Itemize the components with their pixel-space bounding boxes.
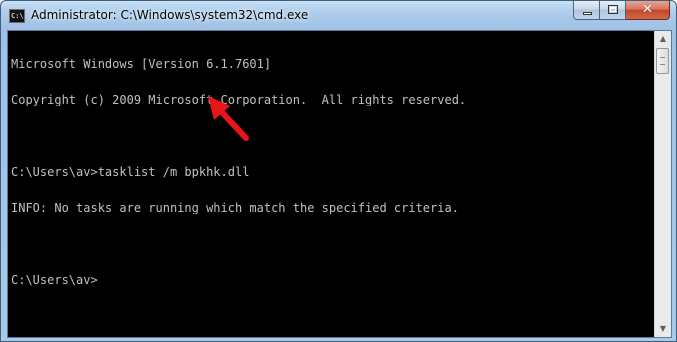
vertical-scrollbar[interactable]: ▲ ▼	[654, 31, 671, 337]
caption-buttons: ✕	[573, 1, 670, 21]
console-line: Microsoft Windows [Version 6.1.7601]	[11, 58, 272, 70]
close-icon: ✕	[642, 2, 653, 17]
console-prompt[interactable]: C:\Users\av>	[11, 274, 654, 286]
scroll-up-arrow-icon[interactable]: ▲	[655, 31, 671, 47]
window-title: Administrator: C:\Windows\system32\cmd.e…	[31, 8, 309, 22]
title-bar[interactable]: C:\ Administrator: C:\Windows\system32\c…	[1, 1, 676, 31]
console-output[interactable]: Microsoft Windows [Version 6.1.7601] Cop…	[8, 31, 654, 337]
console-client-area: Microsoft Windows [Version 6.1.7601] Cop…	[7, 30, 672, 338]
cmd-window: C:\ Administrator: C:\Windows\system32\c…	[0, 0, 677, 342]
console-line: Copyright (c) 2009 Microsoft Corporation…	[11, 94, 467, 106]
console-line: INFO: No tasks are running which match t…	[11, 202, 459, 214]
maximize-icon	[608, 5, 618, 14]
minimize-icon	[583, 12, 592, 15]
maximize-button[interactable]	[600, 1, 626, 20]
scroll-down-arrow-icon[interactable]: ▼	[655, 321, 671, 337]
minimize-button[interactable]	[573, 1, 600, 20]
console-line: C:\Users\av>tasklist /m bpkhk.dll	[11, 166, 250, 178]
scrollbar-thumb[interactable]	[656, 48, 669, 74]
close-button[interactable]: ✕	[626, 1, 670, 20]
cmd-app-icon[interactable]: C:\	[9, 9, 25, 23]
red-arrow-annotation-icon	[208, 96, 249, 141]
